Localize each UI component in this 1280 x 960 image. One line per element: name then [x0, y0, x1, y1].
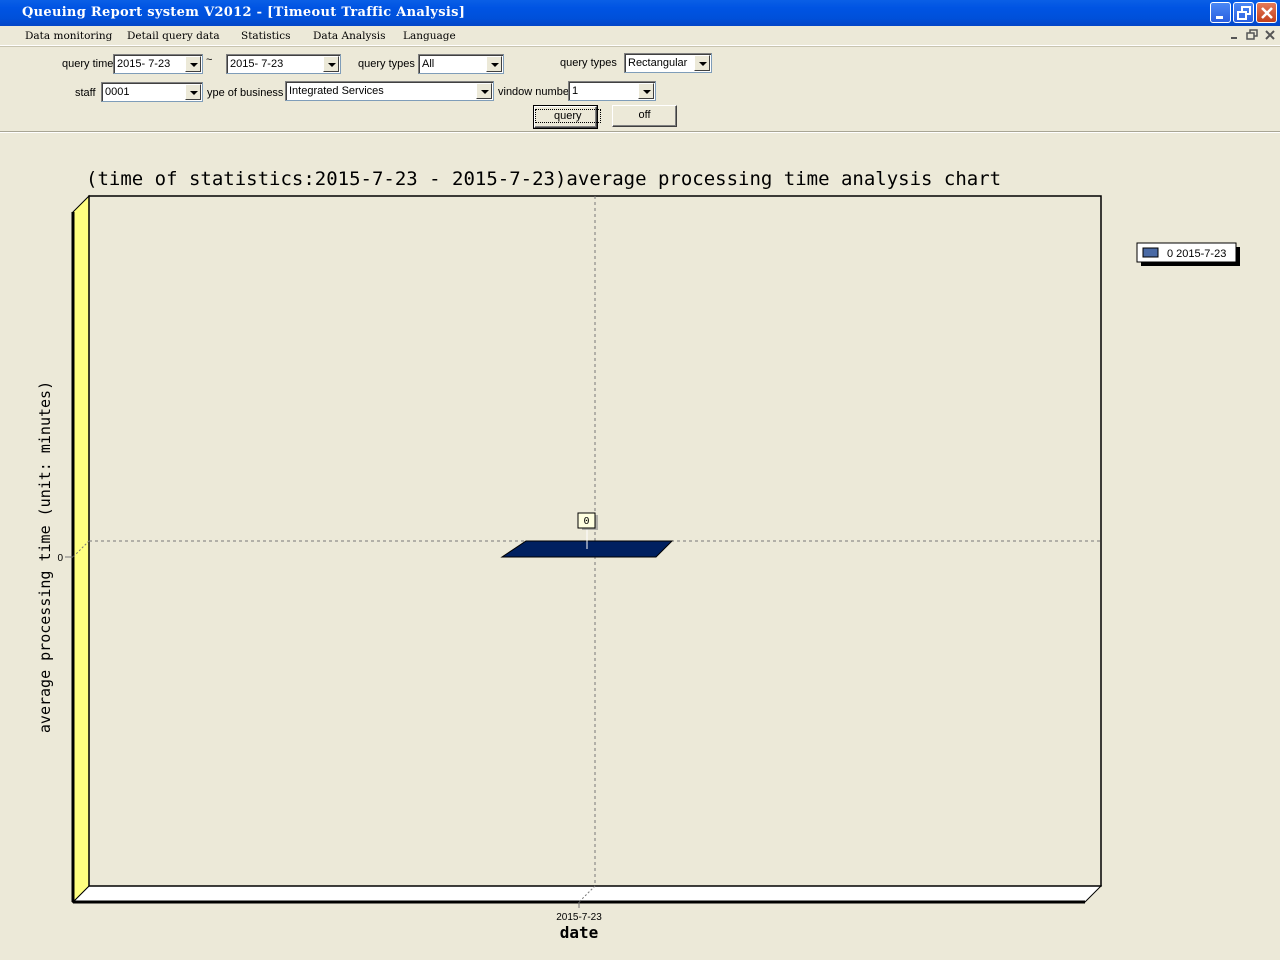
chart-floor [71, 885, 1103, 903]
x-axis-label: date [560, 923, 599, 942]
chevron-down-icon[interactable] [486, 56, 502, 72]
window-number-label: vindow number [498, 86, 573, 98]
query-time-to-select[interactable]: 2015- 7-23 [226, 54, 341, 74]
range-separator: ~ [206, 54, 213, 66]
mdi-close-icon[interactable] [1262, 27, 1279, 43]
y-axis-label: average processing time (unit: minutes) [36, 381, 54, 733]
restore-icon [1237, 6, 1251, 20]
menu-data-analysis[interactable]: Data Analysis [313, 30, 386, 42]
chart-title: (time of statistics:2015-7-23 - 2015-7-2… [86, 168, 1001, 190]
menu-language[interactable]: Language [403, 30, 456, 42]
menu-bar: Data monitoring Detail query data Statis… [0, 26, 1280, 46]
x-tick-label: 2015-7-23 [556, 912, 602, 923]
menu-detail-query-data[interactable]: Detail query data [127, 30, 220, 42]
query-button[interactable]: query [533, 105, 601, 129]
data-label: 0 [583, 516, 589, 527]
chart-y-wall [72, 194, 90, 904]
business-type-label: ype of business [207, 87, 284, 99]
chart-types-select[interactable]: Rectangular [624, 53, 712, 73]
chevron-down-icon[interactable] [323, 56, 339, 72]
mdi-minimize-icon[interactable] [1226, 27, 1243, 43]
legend: 0 2015-7-23 [1136, 242, 1240, 266]
menu-statistics[interactable]: Statistics [241, 30, 291, 42]
off-button[interactable]: off [612, 105, 677, 127]
query-time-from-select[interactable]: 2015- 7-23 [113, 54, 203, 74]
close-icon [1261, 7, 1273, 19]
business-type-select[interactable]: Integrated Services [285, 81, 494, 101]
staff-label: staff [75, 87, 96, 99]
restore-button[interactable] [1233, 2, 1254, 23]
query-types-label: query types [358, 58, 415, 70]
chevron-down-icon[interactable] [694, 55, 710, 71]
chevron-down-icon[interactable] [638, 83, 654, 99]
window-title: Queuing Report system V2012 - [Timeout T… [22, 5, 466, 20]
close-button[interactable] [1256, 2, 1277, 23]
chart-types-label: query types [560, 57, 617, 69]
window-number-select[interactable]: 1 [568, 81, 656, 101]
minimize-button[interactable] [1210, 2, 1231, 23]
menu-data-monitoring[interactable]: Data monitoring [25, 30, 112, 42]
chevron-down-icon[interactable] [476, 83, 492, 99]
staff-select[interactable]: 0001 [101, 82, 203, 102]
y-tick-label: 0 [57, 553, 63, 564]
minimize-icon [1216, 16, 1223, 19]
menu-divider [0, 46, 1280, 47]
title-bar: Queuing Report system V2012 - [Timeout T… [0, 0, 1280, 26]
panel-divider-light [0, 132, 1280, 133]
mdi-restore-icon[interactable] [1244, 27, 1261, 43]
chevron-down-icon[interactable] [185, 56, 201, 72]
chevron-down-icon[interactable] [185, 84, 201, 100]
chart: (time of statistics:2015-7-23 - 2015-7-2… [36, 168, 1240, 942]
legend-entry: 0 2015-7-23 [1167, 248, 1226, 260]
query-time-label: query time [62, 58, 114, 70]
legend-swatch [1142, 247, 1159, 258]
query-types-select[interactable]: All [418, 54, 504, 74]
